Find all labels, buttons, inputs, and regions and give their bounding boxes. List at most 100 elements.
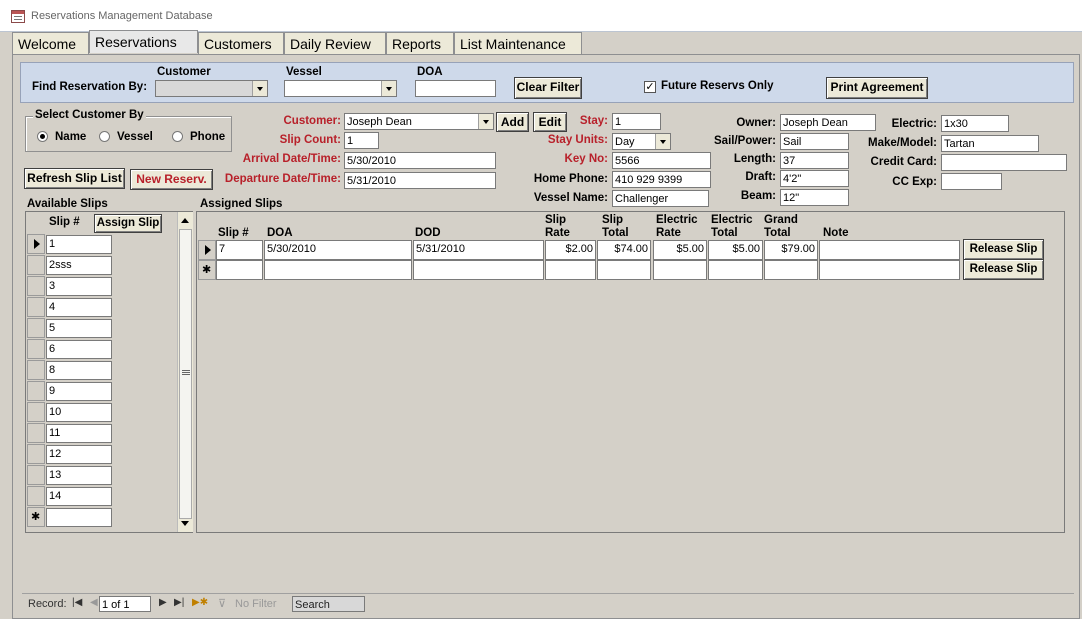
beam-input[interactable]: 12" xyxy=(780,189,849,206)
slip-cell[interactable]: 6 xyxy=(46,340,112,359)
customer-combo[interactable]: Joseph Dean xyxy=(344,113,494,130)
slip-cell[interactable]: 12 xyxy=(46,445,112,464)
doa-cell[interactable] xyxy=(264,260,412,280)
scroll-down-icon[interactable] xyxy=(181,521,189,526)
tab-reservations[interactable]: Reservations xyxy=(89,30,198,53)
slip-cell[interactable]: 4 xyxy=(46,298,112,317)
add-customer-button[interactable]: Add xyxy=(496,112,529,132)
tab-customers[interactable]: Customers xyxy=(198,32,284,54)
slip-cell[interactable] xyxy=(216,260,263,280)
slip-cell[interactable]: 8 xyxy=(46,361,112,380)
elec-total-cell[interactable] xyxy=(708,260,763,280)
vessel-name-input[interactable]: Challenger xyxy=(612,190,709,207)
slip-cell[interactable]: 3 xyxy=(46,277,112,296)
row-selector[interactable] xyxy=(198,240,216,260)
dod-cell[interactable]: 5/31/2010 xyxy=(413,240,544,260)
note-cell[interactable] xyxy=(819,260,960,280)
tab-list-maintenance[interactable]: List Maintenance xyxy=(454,32,582,54)
find-doa-input[interactable] xyxy=(415,80,496,97)
chevron-down-icon[interactable] xyxy=(252,81,267,96)
row-selector[interactable] xyxy=(27,444,45,464)
grand-total-cell[interactable]: $79.00 xyxy=(764,240,818,260)
slip-cell[interactable]: 7 xyxy=(216,240,263,260)
chevron-down-icon[interactable] xyxy=(655,134,670,149)
doa-cell[interactable]: 5/30/2010 xyxy=(264,240,412,260)
departure-input[interactable]: 5/31/2010 xyxy=(344,172,496,189)
radio-phone[interactable] xyxy=(172,131,183,142)
home-phone-input[interactable]: 410 929 9399 xyxy=(612,171,711,188)
search-input[interactable]: Search xyxy=(292,596,365,612)
print-agreement-button[interactable]: Print Agreement xyxy=(826,77,928,99)
new-record-icon[interactable]: ▶✱ xyxy=(192,597,208,608)
row-selector[interactable] xyxy=(27,318,45,338)
next-record-icon[interactable]: ▶ xyxy=(159,597,167,608)
record-number-input[interactable]: 1 of 1 xyxy=(99,596,151,612)
radio-vessel[interactable] xyxy=(99,131,110,142)
row-selector[interactable] xyxy=(27,423,45,443)
electric-input[interactable]: 1x30 xyxy=(941,115,1009,132)
release-slip-button[interactable]: Release Slip xyxy=(963,259,1044,280)
make-model-input[interactable]: Tartan xyxy=(941,135,1039,152)
credit-card-input[interactable] xyxy=(941,154,1067,171)
clear-filter-button[interactable]: Clear Filter xyxy=(514,77,582,99)
last-record-icon[interactable]: ▶| xyxy=(174,597,184,608)
first-record-icon[interactable]: |◀ xyxy=(72,597,82,608)
note-cell[interactable] xyxy=(819,240,960,260)
row-selector[interactable] xyxy=(27,255,45,275)
available-slips-scrollbar[interactable] xyxy=(177,212,193,532)
draft-input[interactable]: 4'2" xyxy=(780,170,849,187)
row-selector[interactable] xyxy=(27,339,45,359)
new-row-selector[interactable] xyxy=(27,507,45,527)
row-selector[interactable] xyxy=(27,234,45,254)
row-selector[interactable] xyxy=(27,360,45,380)
chevron-down-icon[interactable] xyxy=(478,114,493,129)
slip-cell[interactable] xyxy=(46,508,112,527)
tab-daily-review[interactable]: Daily Review xyxy=(284,32,386,54)
slip-total-cell[interactable]: $74.00 xyxy=(597,240,651,260)
slip-cell[interactable]: 10 xyxy=(46,403,112,422)
assign-slip-button[interactable]: Assign Slip xyxy=(94,214,162,233)
release-slip-button[interactable]: Release Slip xyxy=(963,239,1044,260)
slip-cell[interactable]: 14 xyxy=(46,487,112,506)
tab-reports[interactable]: Reports xyxy=(386,32,454,54)
scroll-thumb[interactable] xyxy=(179,229,192,519)
slip-cell[interactable]: 2sss xyxy=(46,256,112,275)
new-row-selector[interactable] xyxy=(198,260,216,280)
arrival-input[interactable]: 5/30/2010 xyxy=(344,152,496,169)
slip-cell[interactable]: 5 xyxy=(46,319,112,338)
find-customer-combo[interactable] xyxy=(155,80,268,97)
scroll-up-icon[interactable] xyxy=(181,218,189,223)
stay-input[interactable]: 1 xyxy=(612,113,661,130)
radio-name[interactable] xyxy=(37,131,48,142)
elec-rate-cell[interactable]: $5.00 xyxy=(653,240,707,260)
elec-total-cell[interactable]: $5.00 xyxy=(708,240,763,260)
slip-cell[interactable]: 13 xyxy=(46,466,112,485)
future-reservs-checkbox[interactable]: ✓ xyxy=(644,81,656,93)
slip-cell[interactable]: 1 xyxy=(46,235,112,254)
slip-cell[interactable]: 9 xyxy=(46,382,112,401)
grand-total-cell[interactable] xyxy=(764,260,818,280)
slip-rate-cell[interactable]: $2.00 xyxy=(545,240,596,260)
dod-cell[interactable] xyxy=(413,260,544,280)
row-selector[interactable] xyxy=(27,381,45,401)
row-selector[interactable] xyxy=(27,297,45,317)
row-selector[interactable] xyxy=(27,402,45,422)
slip-total-cell[interactable] xyxy=(597,260,651,280)
length-input[interactable]: 37 xyxy=(780,152,849,169)
refresh-slip-list-button[interactable]: Refresh Slip List xyxy=(24,168,125,189)
previous-record-icon[interactable]: ◀ xyxy=(90,597,98,608)
cc-exp-input[interactable] xyxy=(941,173,1002,190)
slip-cell[interactable]: 11 xyxy=(46,424,112,443)
find-vessel-combo[interactable] xyxy=(284,80,397,97)
tab-welcome[interactable]: Welcome xyxy=(12,32,89,54)
no-filter-label[interactable]: No Filter xyxy=(235,598,277,610)
chevron-down-icon[interactable] xyxy=(381,81,396,96)
elec-rate-cell[interactable] xyxy=(653,260,707,280)
slip-count-input[interactable]: 1 xyxy=(344,132,379,149)
row-selector[interactable] xyxy=(27,465,45,485)
sail-power-input[interactable]: Sail xyxy=(780,133,849,150)
stay-units-combo[interactable]: Day xyxy=(612,133,671,150)
key-no-input[interactable]: 5566 xyxy=(612,152,711,169)
row-selector[interactable] xyxy=(27,486,45,506)
slip-rate-cell[interactable] xyxy=(545,260,596,280)
